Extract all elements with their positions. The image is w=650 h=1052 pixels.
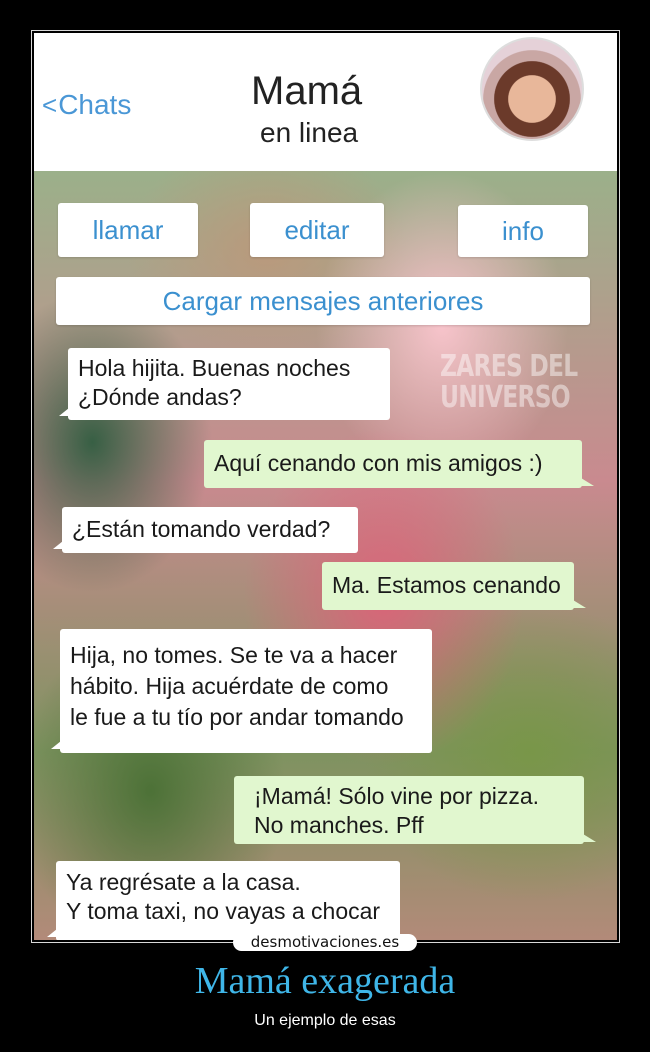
message-text: ¿Dónde andas? [78,384,242,410]
call-button[interactable]: llamar [58,203,198,257]
message-text: Aquí cenando con mis amigos :) [214,450,543,476]
poster-frame: <Chats Mamá en linea llamar editar info … [31,30,620,943]
back-label: Chats [58,89,132,120]
message-incoming[interactable]: Ya regrésate a la casa. Y toma taxi, no … [47,861,400,940]
watermark-line: ZARES DEL [440,349,578,384]
message-outgoing[interactable]: Aquí cenando con mis amigos :) [204,440,594,488]
message-text: Hola hijita. Buenas noches [78,355,351,381]
message-incoming[interactable]: ¿Están tomando verdad? [53,507,358,553]
message-text: Ma. Estamos cenando [332,572,561,598]
message-text: ¿Están tomando verdad? [72,516,331,542]
watermark-logo: ZARES DEL UNIVERSO [440,349,578,415]
chat-header: <Chats Mamá en linea [34,33,617,172]
poster-title: Mamá exagerada [194,960,456,1002]
contact-status: en linea [260,117,359,148]
message-outgoing[interactable]: ¡Mamá! Sólo vine por pizza. No manches. … [234,776,596,844]
info-button[interactable]: info [458,205,588,257]
load-earlier-button[interactable]: Cargar mensajes anteriores [56,277,590,325]
chat-screen: <Chats Mamá en linea llamar editar info … [34,33,617,940]
contact-avatar-icon[interactable] [480,37,584,141]
message-incoming[interactable]: Hola hijita. Buenas noches ¿Dónde andas? [59,348,390,420]
message-text: ¡Mamá! Sólo vine por pizza. [254,783,540,809]
watermark-line: UNIVERSO [440,380,571,415]
back-button[interactable]: <Chats [42,91,131,119]
message-outgoing[interactable]: Ma. Estamos cenando [322,562,586,610]
edit-button[interactable]: editar [250,203,384,257]
message-text: Hija, no tomes. Se te va a hacer [70,642,398,668]
chevron-left-icon: < [42,90,58,120]
contact-name: Mamá [251,69,363,113]
message-text: le fue a tu tío por andar tomando [70,704,404,730]
message-text: Ya regrésate a la casa. [66,869,301,895]
message-text: hábito. Hija acuérdate de como [70,673,389,699]
message-text: Y toma taxi, no vayas a chocar [66,898,381,924]
poster-subtitle: Un ejemplo de esas [254,1012,396,1029]
site-logo: desmotivaciones.es [233,934,417,951]
message-incoming[interactable]: Hija, no tomes. Se te va a hacer hábito.… [51,629,432,753]
message-text: No manches. Pff [254,812,424,838]
